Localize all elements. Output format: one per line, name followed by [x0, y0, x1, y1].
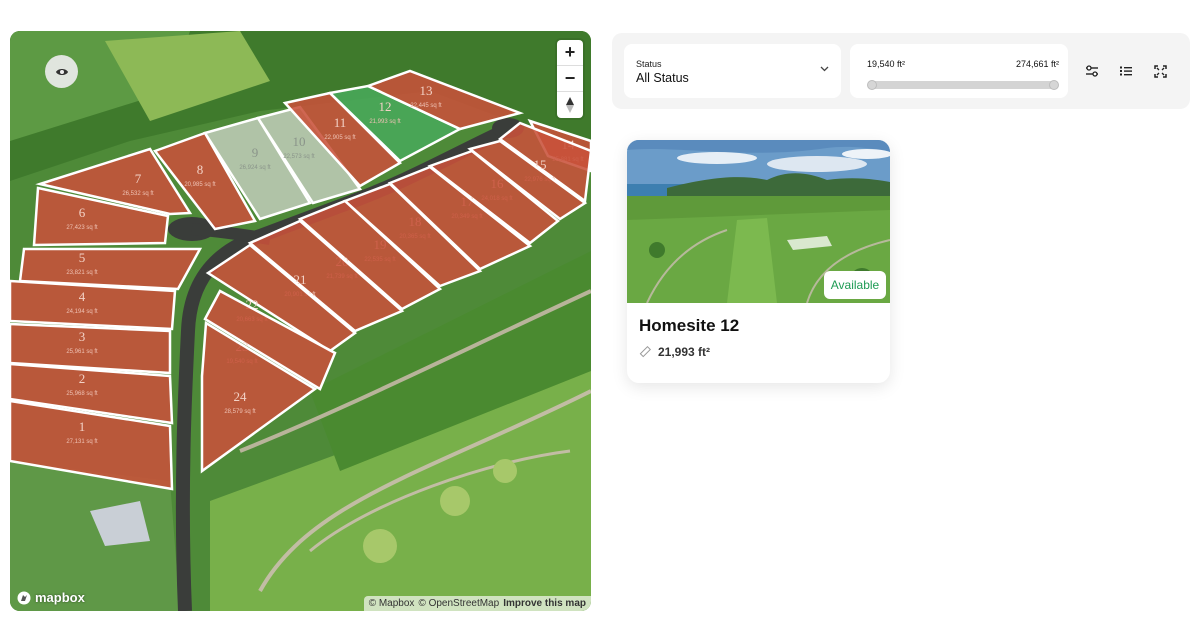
- zoom-out-button[interactable]: −: [557, 66, 583, 92]
- lot-4-number: 4: [79, 289, 86, 304]
- eye-icon: [55, 68, 68, 75]
- lot-10-number: 10: [293, 134, 306, 149]
- lot-7-number: 7: [135, 171, 142, 186]
- lot-11-area: 22,905 sq ft: [324, 135, 356, 141]
- filter-settings-button[interactable]: [1082, 61, 1102, 81]
- homesite-title: Homesite 12: [639, 316, 740, 335]
- availability-badge: Available: [824, 271, 886, 299]
- list-view-button[interactable]: [1116, 61, 1136, 81]
- lot-2-number: 2: [79, 371, 86, 386]
- lot-10-area: 22,573 sq ft: [283, 154, 315, 160]
- homesite-area: 21,993 ft²: [639, 345, 710, 359]
- homesite-card[interactable]: Available Homesite 12 21,993 ft²: [627, 140, 890, 383]
- improve-map-link[interactable]: Improve this map: [503, 598, 586, 609]
- lot-8-number: 8: [197, 162, 204, 177]
- lot-8-area: 20,985 sq ft: [184, 182, 216, 188]
- lot-5-number: 5: [79, 250, 86, 265]
- status-value: All Status: [636, 71, 689, 85]
- lot-9-area: 26,924 sq ft: [239, 165, 271, 171]
- lot-24-area: 28,579 sq ft: [224, 409, 256, 415]
- area-range-filter: 19,540 ft² 274,661 ft²: [850, 44, 1068, 98]
- fullscreen-button[interactable]: [1150, 61, 1170, 81]
- lot-3-area: 25,961 sq ft: [66, 349, 98, 355]
- area-range-min-handle[interactable]: [867, 80, 877, 90]
- lot-13-area: 22,445 sq ft: [410, 103, 442, 109]
- lot-12-number: 12: [379, 99, 392, 114]
- map-attribution: © Mapbox © OpenStreetMap Improve this ma…: [363, 596, 591, 611]
- ruler-icon: [639, 346, 651, 358]
- lot-1-number: 1: [79, 419, 86, 434]
- map-navigation-control: + −: [557, 40, 583, 118]
- osm-attribution-link[interactable]: © OpenStreetMap: [418, 598, 499, 609]
- list-icon: [1120, 66, 1132, 76]
- lot-5-area: 23,821 sq ft: [66, 270, 98, 276]
- lot-6-number: 6: [79, 205, 86, 220]
- area-min-value: 19,540 ft²: [867, 59, 906, 69]
- mapbox-logo[interactable]: mapbox: [17, 590, 85, 605]
- mapbox-attribution-link[interactable]: © Mapbox: [369, 598, 415, 609]
- mapbox-logo-icon: [17, 591, 31, 604]
- lot-12-area: 21,993 sq ft: [369, 119, 401, 125]
- mapbox-logo-text: mapbox: [35, 590, 85, 605]
- status-label: Status: [636, 59, 662, 69]
- area-max-value: 274,661 ft²: [1015, 59, 1059, 69]
- compass-icon: [566, 97, 574, 113]
- compass-button[interactable]: [557, 92, 583, 118]
- fullscreen-icon: [1153, 64, 1167, 78]
- lot-7-area: 26,532 sq ft: [122, 191, 154, 197]
- lot-3-number: 3: [79, 329, 86, 344]
- lot-5[interactable]: [18, 247, 203, 291]
- eye-toggle-button[interactable]: [45, 55, 78, 88]
- site-map[interactable]: 1 27,131 sq ft 2 25,968 sq ft 3 25,961 sq ft 4…: [10, 31, 591, 611]
- area-range-max-handle[interactable]: [1049, 80, 1059, 90]
- lot-4-area: 24,194 sq ft: [66, 309, 98, 315]
- area-range-fill: [872, 81, 1054, 89]
- status-dropdown[interactable]: Status All Status: [624, 44, 841, 98]
- lot-24-number: 24: [234, 389, 248, 404]
- lot-1-area: 27,131 sq ft: [66, 439, 98, 445]
- filter-bar: Status All Status 19,540 ft² 274,661 ft²: [612, 33, 1190, 109]
- lot-13-number: 13: [420, 83, 433, 98]
- lot-9-number: 9: [252, 145, 259, 160]
- area-range-slider[interactable]: [867, 80, 1059, 90]
- homesite-area-value: 21,993 ft²: [658, 345, 711, 359]
- sliders-icon: [1086, 65, 1098, 77]
- lot-11-number: 11: [334, 115, 347, 130]
- aerial-map-image[interactable]: 1 27,131 sq ft 2 25,968 sq ft 3 25,961 sq ft 4…: [10, 31, 591, 611]
- zoom-in-button[interactable]: +: [557, 40, 583, 66]
- chevron-down-icon: [820, 66, 829, 72]
- lot-2-area: 25,968 sq ft: [66, 391, 98, 397]
- lot-6-area: 27,423 sq ft: [66, 225, 98, 231]
